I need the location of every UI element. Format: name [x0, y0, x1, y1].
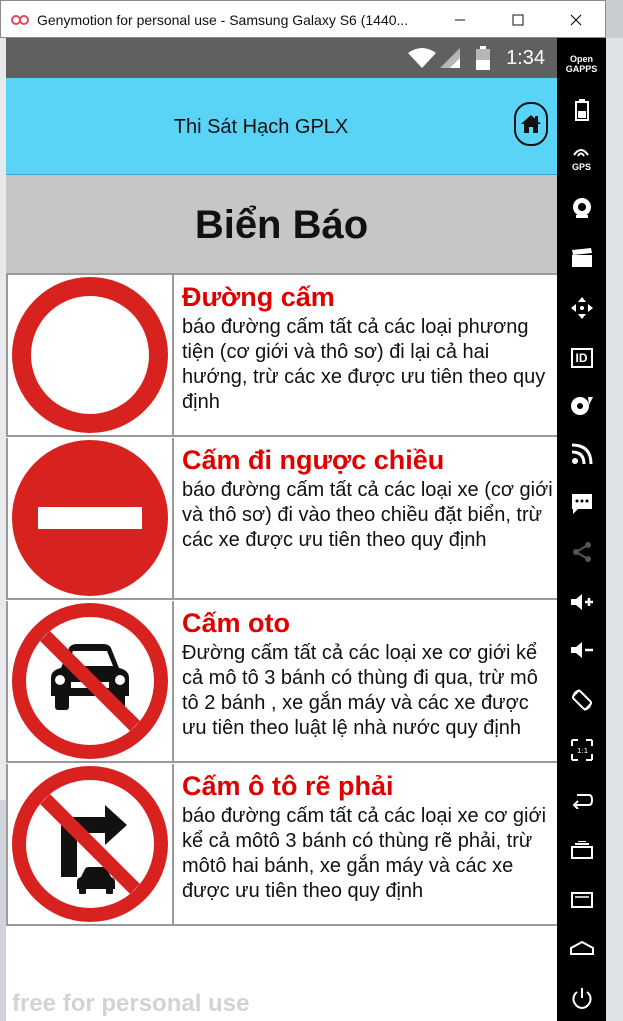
sign-image: [8, 275, 174, 435]
volume-up-button[interactable]: [557, 582, 606, 622]
clapperboard-icon: [571, 248, 592, 267]
id-icon: ID: [570, 348, 593, 368]
sign-title: Cấm đi ngược chiều: [182, 445, 445, 475]
back-icon: [572, 794, 593, 809]
home-icon: [521, 115, 541, 133]
volume-down-button[interactable]: [557, 630, 606, 670]
recent-apps-button[interactable]: [557, 830, 606, 870]
status-bar: 1:34: [6, 38, 557, 78]
power-button[interactable]: [557, 978, 606, 1018]
gps-icon: [573, 149, 590, 157]
share-icon: [572, 542, 591, 562]
emulator-sidebar: Open GAPPS GPS ID 1:1: [557, 38, 606, 1021]
section-title: Biển Báo: [194, 203, 369, 247]
rotate-button[interactable]: [557, 680, 606, 720]
menu-button[interactable]: [557, 880, 606, 920]
fullscreen-icon: 1:1: [570, 739, 593, 761]
genymotion-logo-icon: [11, 13, 29, 25]
wifi-icon: [408, 48, 436, 68]
section-header: Biển Báo: [6, 175, 557, 275]
disk-io-button[interactable]: [557, 386, 606, 426]
volume-down-icon: [570, 642, 593, 658]
window-titlebar: Genymotion for personal use - Samsung Ga…: [0, 0, 606, 38]
list-item[interactable]: Cấm ô tô rẽ phải báo đường cấm tất cả cá…: [6, 764, 557, 926]
sign-description: báo đường cấm tất cả các loại xe (cơ giớ…: [182, 479, 553, 551]
no-right-turn-cars-sign-icon: [12, 766, 168, 922]
sign-title: Đường cấm: [182, 282, 335, 312]
pixel-perfect-button[interactable]: 1:1: [557, 730, 606, 770]
phone-screen: 1:34 Thi Sát Hạch GPLX Biển Báo Đường cấ…: [6, 38, 557, 1021]
maximize-icon: [512, 14, 524, 26]
gps-label: GPS: [571, 162, 591, 172]
app-title: Thi Sát Hạch GPLX: [173, 116, 349, 138]
home-nav-icon: [569, 940, 594, 955]
recent-apps-icon: [570, 841, 593, 859]
sign-image: [8, 438, 174, 598]
watermark: free for personal use: [12, 990, 250, 1017]
sign-description: báo đường cấm tất cả các loại phương tiệ…: [182, 316, 546, 413]
rss-icon: [571, 443, 592, 465]
dpad-button[interactable]: [557, 288, 606, 328]
power-icon: [571, 988, 592, 1009]
sign-image: [8, 764, 174, 924]
minimize-icon: [455, 19, 465, 21]
webcam-icon: [572, 198, 591, 218]
list-item[interactable]: Cấm oto Đường cấm tất cả các loại xe cơ …: [6, 601, 557, 763]
back-button[interactable]: [557, 780, 606, 820]
home-button[interactable]: [514, 102, 548, 146]
minimize-button[interactable]: [431, 1, 489, 39]
list-item[interactable]: Đường cấm báo đường cấm tất cả các loại …: [6, 275, 557, 437]
app-bar: Thi Sát Hạch GPLX: [6, 78, 557, 175]
device-id-button[interactable]: ID: [557, 338, 606, 378]
volume-up-icon: [570, 594, 593, 610]
open-gapps-button[interactable]: Open GAPPS: [557, 44, 606, 84]
rss-button[interactable]: [557, 434, 606, 474]
do-not-enter-sign-icon: [12, 440, 168, 596]
close-icon: [570, 14, 582, 26]
battery-icon: [476, 46, 490, 70]
message-icon: [571, 494, 592, 514]
no-cars-sign-icon: [12, 603, 168, 759]
list-item[interactable]: Cấm đi ngược chiều báo đường cấm tất cả …: [6, 438, 557, 600]
status-time: 1:34: [506, 47, 545, 69]
battery-icon: [574, 99, 589, 121]
svg-text:1:1: 1:1: [577, 747, 588, 755]
share-button[interactable]: [557, 532, 606, 572]
sign-description: Đường cấm tất cả các loại xe cơ giới kể …: [182, 642, 538, 739]
sign-text: Cấm oto Đường cấm tất cả các loại xe cơ …: [182, 607, 554, 757]
no-entry-sign-icon: [12, 277, 168, 433]
sign-image: [8, 601, 174, 761]
sign-text: Cấm ô tô rẽ phải báo đường cấm tất cả cá…: [182, 770, 554, 920]
move-arrows-icon: [570, 297, 593, 319]
open-gapps-label: Open GAPPS: [565, 54, 598, 74]
sign-title: Cấm oto: [182, 608, 290, 638]
sms-button[interactable]: [557, 484, 606, 524]
webcam-button[interactable]: [557, 188, 606, 228]
close-button[interactable]: [547, 1, 605, 39]
rotate-icon: [571, 689, 592, 711]
home-nav-button[interactable]: [557, 928, 606, 968]
desktop-backdrop-right: [606, 38, 623, 1021]
screencast-button[interactable]: [557, 238, 606, 278]
disk-icon: [570, 397, 593, 415]
sign-text: Cấm đi ngược chiều báo đường cấm tất cả …: [182, 444, 554, 594]
signal-icon: [440, 48, 460, 68]
sign-text: Đường cấm báo đường cấm tất cả các loại …: [182, 281, 554, 431]
window-title: Genymotion for personal use - Samsung Ga…: [37, 12, 409, 28]
battery-button[interactable]: [557, 90, 606, 130]
sign-description: báo đường cấm tất cả các loại xe cơ giới…: [182, 805, 547, 902]
sign-title: Cấm ô tô rẽ phải: [182, 771, 394, 801]
menu-icon: [570, 892, 593, 908]
maximize-button[interactable]: [489, 1, 547, 39]
gps-button[interactable]: GPS: [557, 138, 606, 178]
